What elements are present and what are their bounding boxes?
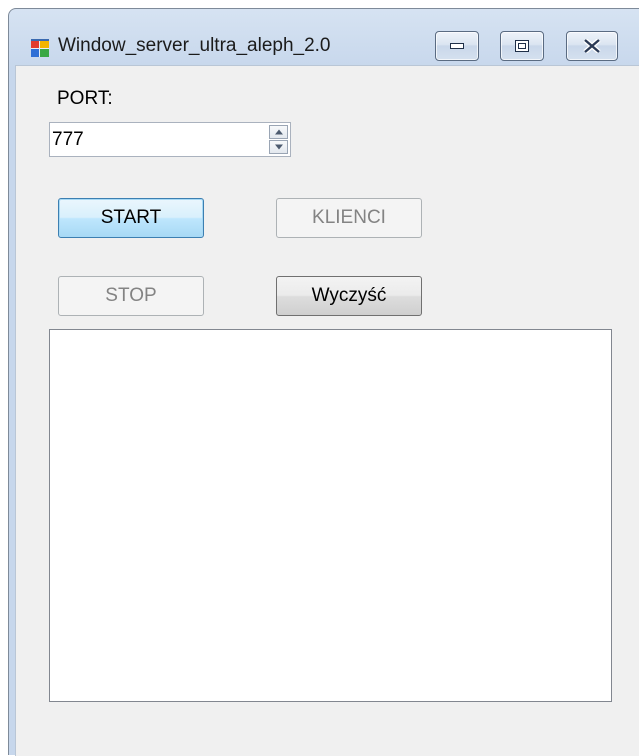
stop-button[interactable]: STOP [58, 276, 204, 316]
port-stepper[interactable] [49, 122, 291, 157]
klienci-button[interactable]: KLIENCI [276, 198, 422, 238]
form-client-area: PORT: START KLIENCI STOP Wyczyść [15, 65, 639, 756]
port-label: PORT: [57, 88, 113, 109]
title-bar[interactable]: Window_server_ultra_aleph_2.0 [9, 9, 639, 65]
port-increment-button[interactable] [269, 125, 288, 139]
restore-button[interactable] [500, 31, 544, 61]
window-title: Window_server_ultra_aleph_2.0 [58, 35, 331, 56]
minimize-button[interactable] [435, 31, 479, 61]
close-button[interactable] [566, 31, 618, 61]
port-decrement-button[interactable] [269, 140, 288, 154]
start-button[interactable]: START [58, 198, 204, 238]
log-textbox[interactable] [49, 329, 612, 702]
clear-button[interactable]: Wyczyść [276, 276, 422, 316]
app-form-icon [31, 39, 49, 57]
app-window: Window_server_ultra_aleph_2.0 PORT: 777 … [8, 8, 639, 756]
port-input[interactable] [50, 123, 250, 156]
port-spin-buttons [269, 125, 288, 154]
